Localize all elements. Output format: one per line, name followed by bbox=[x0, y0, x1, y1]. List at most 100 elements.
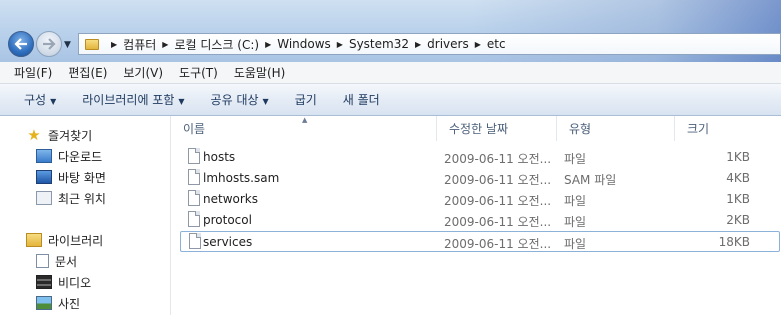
column-header-name[interactable]: 이름 bbox=[171, 116, 437, 141]
nav-item-label: 바탕 화면 bbox=[58, 170, 106, 185]
nav-item-label: 다운로드 bbox=[58, 149, 103, 164]
documents-icon bbox=[36, 254, 49, 268]
breadcrumb-local-disk[interactable]: 로컬 디스크 (C:) bbox=[174, 36, 259, 53]
file-type: 파일 bbox=[564, 194, 587, 208]
desktop-icon bbox=[36, 170, 52, 184]
file-modified: 2009-06-11 오전... bbox=[444, 194, 552, 208]
window-titlebar: ▼ ▶ 컴퓨터 ▶ 로컬 디스크 (C:) ▶ Windows ▶ System… bbox=[0, 0, 781, 62]
file-icon bbox=[189, 233, 201, 249]
star-icon: ★ bbox=[27, 126, 41, 144]
forward-arrow-icon bbox=[43, 38, 56, 50]
nav-item-pictures[interactable]: 사진 bbox=[36, 293, 80, 313]
download-folder-icon bbox=[36, 149, 52, 163]
file-type: 파일 bbox=[564, 237, 587, 251]
nav-favorites[interactable]: ★ 즐겨찾기 bbox=[26, 125, 92, 145]
recent-pages-dropdown-icon[interactable]: ▼ bbox=[64, 40, 71, 50]
nav-item-label: 비디오 bbox=[58, 275, 92, 290]
nav-item-label: 사진 bbox=[58, 296, 81, 311]
file-icon bbox=[188, 169, 200, 185]
nav-item-recent-places[interactable]: 최근 위치 bbox=[36, 188, 106, 208]
pictures-icon bbox=[36, 296, 52, 310]
file-size: 2KB bbox=[726, 213, 750, 227]
breadcrumb-drivers[interactable]: drivers bbox=[427, 37, 469, 51]
breadcrumb-separator-icon[interactable]: ▶ bbox=[415, 40, 421, 49]
new-folder-label: 새 폴더 bbox=[342, 93, 380, 107]
nav-item-downloads[interactable]: 다운로드 bbox=[36, 146, 102, 166]
back-arrow-icon bbox=[14, 38, 27, 50]
file-name: lmhosts.sam bbox=[203, 171, 280, 185]
file-icon bbox=[188, 190, 200, 206]
nav-item-desktop[interactable]: 바탕 화면 bbox=[36, 167, 106, 187]
burn-label: 굽기 bbox=[294, 93, 317, 107]
breadcrumb-separator-icon[interactable]: ▶ bbox=[162, 40, 168, 49]
include-in-library-button[interactable]: 라이브러리에 포함 ▼ bbox=[69, 91, 197, 108]
file-size: 1KB bbox=[726, 150, 750, 164]
breadcrumb-separator-icon[interactable]: ▶ bbox=[475, 40, 481, 49]
organize-button[interactable]: 구성 ▼ bbox=[0, 91, 69, 108]
organize-label: 구성 bbox=[24, 93, 47, 107]
navigation-pane: ★ 즐겨찾기 다운로드 바탕 화면 최근 위치 라이브러리 문서 비디오 사진 bbox=[0, 116, 171, 315]
library-icon bbox=[26, 233, 42, 247]
menu-file[interactable]: 파일(F) bbox=[0, 64, 60, 81]
nav-item-documents[interactable]: 문서 bbox=[36, 251, 77, 271]
file-type: SAM 파일 bbox=[564, 173, 617, 187]
column-header-size[interactable]: 크기 bbox=[675, 116, 781, 141]
folder-icon bbox=[85, 38, 99, 50]
file-icon bbox=[188, 211, 200, 227]
nav-libraries[interactable]: 라이브러리 bbox=[26, 230, 103, 250]
file-icon bbox=[188, 148, 200, 164]
chevron-down-icon: ▼ bbox=[178, 97, 185, 106]
file-name: protocol bbox=[203, 213, 252, 227]
back-button[interactable] bbox=[8, 31, 34, 57]
file-modified: 2009-06-11 오전... bbox=[444, 173, 552, 187]
videos-icon bbox=[36, 275, 52, 289]
chevron-down-icon: ▼ bbox=[262, 97, 269, 106]
file-modified: 2009-06-11 오전... bbox=[444, 215, 552, 229]
file-name: services bbox=[203, 235, 253, 249]
breadcrumb-separator-icon[interactable]: ▶ bbox=[111, 40, 117, 49]
menu-help[interactable]: 도움말(H) bbox=[226, 64, 294, 81]
column-header-type[interactable]: 유형 bbox=[557, 116, 675, 141]
nav-favorites-label: 즐겨찾기 bbox=[48, 128, 93, 143]
forward-button[interactable] bbox=[36, 31, 62, 57]
recent-places-icon bbox=[36, 191, 52, 205]
nav-item-videos[interactable]: 비디오 bbox=[36, 272, 91, 292]
include-in-library-label: 라이브러리에 포함 bbox=[82, 93, 175, 107]
file-list: ▲ 이름 수정한 날짜 유형 크기 hosts 2009-06-11 오전...… bbox=[171, 116, 781, 315]
file-row-protocol[interactable]: protocol 2009-06-11 오전... 파일 2KB bbox=[180, 210, 780, 231]
breadcrumb-separator-icon[interactable]: ▶ bbox=[265, 40, 271, 49]
column-header-modified[interactable]: 수정한 날짜 bbox=[437, 116, 557, 141]
file-row-networks[interactable]: networks 2009-06-11 오전... 파일 1KB bbox=[180, 189, 780, 210]
file-size: 4KB bbox=[726, 171, 750, 185]
file-size: 1KB bbox=[726, 192, 750, 206]
file-row-hosts[interactable]: hosts 2009-06-11 오전... 파일 1KB bbox=[180, 147, 780, 168]
address-bar[interactable]: ▶ 컴퓨터 ▶ 로컬 디스크 (C:) ▶ Windows ▶ System32… bbox=[78, 33, 781, 55]
file-modified: 2009-06-11 오전... bbox=[444, 152, 552, 166]
share-with-button[interactable]: 공유 대상 ▼ bbox=[198, 91, 282, 108]
chevron-down-icon: ▼ bbox=[50, 97, 57, 106]
nav-item-label: 최근 위치 bbox=[58, 191, 106, 206]
menu-tools[interactable]: 도구(T) bbox=[171, 64, 226, 81]
breadcrumb-etc[interactable]: etc bbox=[487, 37, 506, 51]
column-header-label: 유형 bbox=[569, 122, 592, 136]
burn-button[interactable]: 굽기 bbox=[282, 91, 330, 108]
menu-view[interactable]: 보기(V) bbox=[115, 64, 171, 81]
column-header-label: 이름 bbox=[183, 122, 206, 136]
file-size: 18KB bbox=[718, 235, 750, 249]
file-row-services[interactable]: services 2009-06-11 오전... 파일 18KB bbox=[180, 231, 780, 252]
file-row-lmhosts[interactable]: lmhosts.sam 2009-06-11 오전... SAM 파일 4KB bbox=[180, 168, 780, 189]
menu-bar: 파일(F) 편집(E) 보기(V) 도구(T) 도움말(H) bbox=[0, 62, 781, 84]
breadcrumb-separator-icon[interactable]: ▶ bbox=[337, 40, 343, 49]
nav-libraries-label: 라이브러리 bbox=[48, 233, 104, 248]
file-name: networks bbox=[203, 192, 258, 206]
breadcrumb-windows[interactable]: Windows bbox=[277, 37, 331, 51]
nav-item-label: 문서 bbox=[55, 254, 78, 269]
column-header-label: 크기 bbox=[687, 122, 710, 136]
breadcrumb-computer[interactable]: 컴퓨터 bbox=[123, 36, 156, 53]
breadcrumb-system32[interactable]: System32 bbox=[349, 37, 409, 51]
command-bar: 구성 ▼ 라이브러리에 포함 ▼ 공유 대상 ▼ 굽기 새 폴더 bbox=[0, 84, 781, 116]
menu-edit[interactable]: 편집(E) bbox=[60, 64, 115, 81]
column-header-label: 수정한 날짜 bbox=[449, 122, 509, 136]
new-folder-button[interactable]: 새 폴더 bbox=[330, 91, 393, 108]
file-modified: 2009-06-11 오전... bbox=[444, 237, 552, 251]
